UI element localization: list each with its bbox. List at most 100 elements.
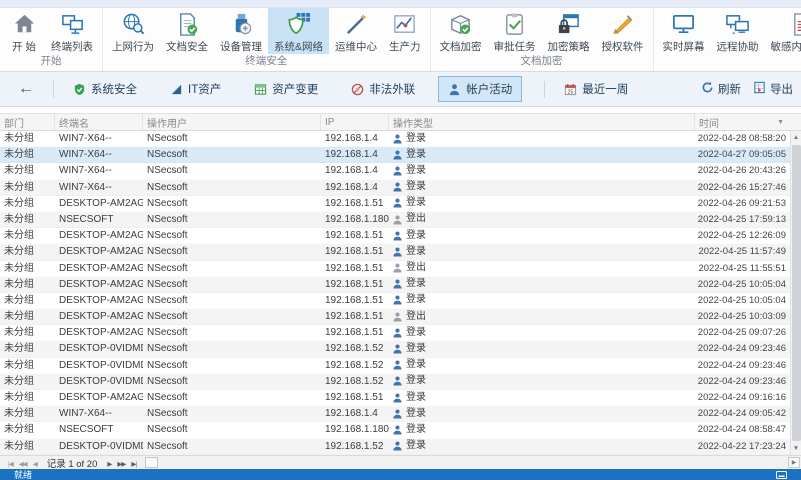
cell-operator-user: NSecsoft [143,163,321,178]
cell-ip: 192.168.1.4 [321,406,389,421]
device-mgmt-icon [229,12,254,37]
last-page-icon[interactable]: ▶| [128,461,139,468]
operation-label: 登录 [406,422,426,437]
cell-ip: 192.168.1.52 [321,374,389,389]
table-row[interactable]: 未分组DESKTOP-0VIDMDJNSecsoft192.168.1.52登录… [0,439,790,455]
scroll-right-icon[interactable]: ▶ [788,457,800,468]
cell-operation-type: 登出 [389,261,684,276]
table-row[interactable]: 未分组WIN7-X64--NSecsoft192.168.1.4登录2022-0… [0,131,790,147]
table-row[interactable]: 未分组WIN7-X64--NSecsoft192.168.1.4登录2022-0… [0,406,790,422]
table-row[interactable]: 未分组WIN7-X64--NSecsoft192.168.1.4登录2022-0… [0,147,790,163]
pager-extra-box[interactable] [145,457,158,468]
toolbar-button[interactable]: 资产变更 [244,76,328,102]
column-header-5[interactable]: 时间▼ [695,114,801,130]
user-login-icon [393,409,402,419]
toolbar-button[interactable]: 非法外联 [341,76,425,102]
table-row[interactable]: 未分组DESKTOP-AM2AGL3NSecsoft192.168.1.51登录… [0,277,790,293]
ribbon-item[interactable]: 授权软件 [596,8,650,54]
table-row[interactable]: 未分组DESKTOP-0VIDMDJNSecsoft192.168.1.52登录… [0,341,790,357]
ribbon-group-items: 实时屏幕远程协助敏感内容扫描库&模板报表中心更多... [657,8,801,54]
remote-assist-icon [725,12,750,37]
refresh-button[interactable]: 刷新 [701,81,741,97]
toolbar-button[interactable]: 25最近一周 [554,76,638,102]
cell-time: 2022-04-26 09:21:53 [684,196,790,211]
table-row[interactable]: 未分组DESKTOP-AM2AGL3NSecsoft192.168.1.51登录… [0,293,790,309]
ribbon-item[interactable]: 加密策略 [542,8,596,54]
ribbon-item-label: 设备管理 [220,39,262,54]
prev-group-icon[interactable]: ◀◀ [16,461,30,468]
cell-time: 2022-04-22 17:23:24 [684,439,790,454]
table-row[interactable]: 未分组WIN7-X64--NSecsoft192.168.1.4登录2022-0… [0,180,790,196]
ribbon-item[interactable]: 系统&网络 [268,8,329,54]
column-header-3[interactable]: IP [321,114,389,130]
cell-department: 未分组 [0,406,55,421]
ribbon-item[interactable]: 审批任务 [488,8,542,54]
toolbar-button[interactable]: 帐户活动 [438,76,522,102]
column-header-0[interactable]: 部门 [0,114,55,130]
table-row[interactable]: 未分组DESKTOP-AM2AGL3NSecsoft192.168.1.51登录… [0,196,790,212]
cell-terminal-name: DESKTOP-AM2AGL3 [55,244,143,259]
table-row[interactable]: 未分组DESKTOP-AM2AGL3NSecsoft192.168.1.51登出… [0,261,790,277]
export-button[interactable]: 导出 [753,81,793,97]
toolbar-separator [544,81,545,98]
realtime-screen-icon [671,12,696,37]
cell-terminal-name: WIN7-X64-- [55,406,143,421]
ribbon-item[interactable]: 上网行为 [106,8,160,54]
cell-department: 未分组 [0,147,55,162]
filter-dropdown-icon[interactable]: ▼ [777,119,784,126]
vertical-scrollbar[interactable]: ▲▼ [790,131,801,455]
table-row[interactable]: 未分组DESKTOP-AM2AGL3NSecsoft192.168.1.51登录… [0,390,790,406]
table-row[interactable]: 未分组DESKTOP-AM2AGL3NSecsoft192.168.1.51登出… [0,309,790,325]
table-row[interactable]: 未分组NSECSOFTNSecsoft192.168.1.180登出2022-0… [0,212,790,228]
back-arrow-icon[interactable]: ← [8,81,44,97]
table-row[interactable]: 未分组DESKTOP-AM2AGL3NSecsoft192.168.1.51登录… [0,228,790,244]
cell-department: 未分组 [0,439,55,454]
ribbon-item[interactable]: 生产力 [383,8,427,54]
ribbon-item-label: 终端列表 [51,39,93,54]
next-page-icon[interactable]: ▶ [104,461,114,468]
ribbon-item[interactable]: 实时屏幕 [657,8,711,54]
ribbon-group-label: 终端安全 [106,54,427,71]
user-login-icon [393,441,402,451]
ribbon-item[interactable]: 开 始 [3,8,45,54]
cell-ip: 192.168.1.51 [321,309,389,324]
prev-page-icon[interactable]: ◀ [30,461,40,468]
screen-indicator-icon[interactable] [776,471,787,479]
ribbon-item[interactable]: 设备管理 [214,8,268,54]
cell-department: 未分组 [0,374,55,389]
operation-label: 登出 [406,309,426,324]
ribbon-item-label: 远程协助 [717,39,759,54]
operation-label: 登录 [406,196,426,211]
ribbon-item[interactable]: 运维中心 [329,8,383,54]
cell-operation-type: 登录 [389,196,684,211]
scroll-down-icon[interactable]: ▼ [791,442,801,455]
ribbon-item[interactable]: 文档安全 [160,8,214,54]
table-row[interactable]: 未分组DESKTOP-AM2AGL3NSecsoft192.168.1.51登录… [0,244,790,260]
cell-time: 2022-04-25 10:05:04 [684,277,790,292]
secondary-toolbar: ← 系统安全 IT资产资产变更非法外联帐户活动 25最近一周 刷新 导出 [0,72,801,107]
table-row[interactable]: 未分组DESKTOP-AM2AGL3NSecsoft192.168.1.51登录… [0,325,790,341]
table-row[interactable]: 未分组DESKTOP-0VIDMDJNSecsoft192.168.1.52登录… [0,374,790,390]
ribbon-item[interactable]: 终端列表 [45,8,99,54]
table-row[interactable]: 未分组WIN7-X64--NSecsoft192.168.1.4登录2022-0… [0,163,790,179]
ribbon-item-label: 文档加密 [440,39,482,54]
toolbar-button[interactable]: 系统安全 [63,76,147,102]
column-header-4[interactable]: 操作类型 [389,114,695,130]
next-group-icon[interactable]: ▶▶ [114,461,128,468]
table-row[interactable]: 未分组NSECSOFTNSecsoft192.168.1.180登录2022-0… [0,422,790,438]
pager-right-buttons: ▶▶▶▶| [104,458,139,468]
first-page-icon[interactable]: |◀ [5,461,16,468]
table-row[interactable]: 未分组DESKTOP-0VIDMDJNSecsoft192.168.1.52登录… [0,358,790,374]
user-logout-icon [393,215,402,225]
ribbon-item[interactable]: 敏感内容扫描 [765,8,801,54]
cell-time: 2022-04-25 09:07:26 [684,325,790,340]
cell-ip: 192.168.1.51 [321,228,389,243]
toolbar-button[interactable]: IT资产 [160,76,231,102]
column-header-2[interactable]: 操作用户 [143,114,321,130]
cell-operation-type: 登出 [389,309,684,324]
ribbon-item[interactable]: 远程协助 [711,8,765,54]
scroll-up-icon[interactable]: ▲ [791,131,801,144]
ribbon-item[interactable]: 文档加密 [434,8,488,54]
scrollbar-thumb[interactable] [792,145,801,441]
column-header-1[interactable]: 终端名 [55,114,143,130]
